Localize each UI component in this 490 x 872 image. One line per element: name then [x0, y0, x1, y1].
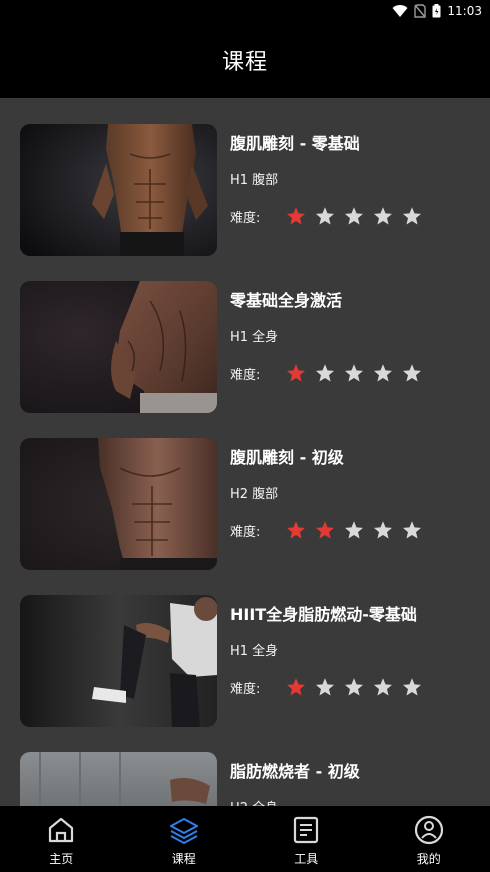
star-empty-icon	[374, 364, 392, 382]
course-card[interactable]: 脂肪燃烧者 - 初级 H2 全身	[20, 752, 470, 806]
tab-profile-label: 我的	[416, 852, 441, 866]
course-subtitle: H1 全身	[230, 644, 279, 659]
home-icon	[49, 817, 74, 843]
course-title: HIIT全身脂肪燃动-零基础	[230, 605, 417, 624]
difficulty-label: 难度:	[230, 681, 261, 697]
star-empty-icon	[345, 207, 363, 225]
star-empty-icon	[345, 521, 363, 539]
star-filled-icon	[287, 521, 305, 539]
status-time: 11:03	[447, 4, 482, 18]
stretch-photo	[20, 595, 217, 727]
course-title: 零基础全身激活	[230, 291, 343, 310]
star-filled-icon	[316, 521, 334, 539]
tab-tools-label: 工具	[294, 852, 319, 866]
difficulty-stars	[286, 520, 422, 540]
course-card[interactable]: 零基础全身激活 H1 全身 难度:	[20, 281, 470, 413]
difficulty-row: 难度:	[230, 206, 422, 226]
course-title: 脂肪燃烧者 - 初级	[230, 762, 360, 781]
tab-courses[interactable]: 课程	[123, 806, 246, 872]
star-filled-icon	[287, 364, 305, 382]
star-empty-icon	[374, 678, 392, 696]
star-filled-icon	[287, 678, 305, 696]
star-empty-icon	[403, 364, 421, 382]
course-subtitle: H2 全身	[230, 797, 278, 806]
status-bar: 11:03	[0, 0, 490, 22]
difficulty-stars	[286, 363, 422, 383]
difficulty-label: 难度:	[230, 524, 261, 540]
layers-icon	[169, 818, 198, 844]
abs-photo	[20, 124, 217, 256]
difficulty-row: 难度:	[230, 363, 422, 383]
star-empty-icon	[403, 521, 421, 539]
gym-photo	[20, 752, 217, 806]
star-empty-icon	[374, 521, 392, 539]
difficulty-label: 难度:	[230, 367, 261, 383]
star-empty-icon	[345, 678, 363, 696]
star-empty-icon	[316, 207, 334, 225]
tab-profile[interactable]: 我的	[368, 806, 490, 872]
difficulty-label: 难度:	[230, 210, 261, 226]
star-empty-icon	[403, 207, 421, 225]
tab-tools[interactable]: 工具	[245, 806, 368, 872]
difficulty-row: 难度:	[230, 677, 422, 697]
course-title: 腹肌雕刻 - 零基础	[230, 134, 360, 153]
course-list[interactable]: 腹肌雕刻 - 零基础 H1 腹部 难度: 零基础全身激活 H1 全身 难度: 腹…	[0, 98, 490, 806]
star-empty-icon	[316, 364, 334, 382]
course-card[interactable]: HIIT全身脂肪燃动-零基础 H1 全身 难度:	[20, 595, 470, 727]
battery-icon	[432, 4, 441, 18]
chest-abs-photo	[20, 438, 217, 570]
no-sim-icon	[414, 4, 427, 18]
course-subtitle: H1 腹部	[230, 173, 279, 188]
difficulty-row: 难度:	[230, 520, 422, 540]
header: 课程	[0, 22, 490, 98]
page-title: 课程	[221, 50, 268, 75]
star-filled-icon	[287, 207, 305, 225]
wifi-icon	[392, 4, 408, 18]
star-empty-icon	[316, 678, 334, 696]
tab-home[interactable]: 主页	[0, 806, 123, 872]
course-card[interactable]: 腹肌雕刻 - 零基础 H1 腹部 难度:	[20, 124, 470, 256]
difficulty-stars	[286, 677, 422, 697]
tab-home-label: 主页	[49, 852, 74, 866]
back-arm-photo	[20, 281, 217, 413]
course-subtitle: H2 腹部	[230, 487, 279, 502]
course-card[interactable]: 腹肌雕刻 - 初级 H2 腹部 难度:	[20, 438, 470, 570]
course-subtitle: H1 全身	[230, 330, 279, 345]
star-empty-icon	[374, 207, 392, 225]
bottom-tab-bar: 主页 课程 工具 我的	[0, 806, 490, 872]
difficulty-stars	[286, 206, 422, 226]
tab-courses-label: 课程	[171, 852, 196, 866]
document-icon	[294, 816, 319, 844]
course-title: 腹肌雕刻 - 初级	[230, 448, 344, 467]
star-empty-icon	[403, 678, 421, 696]
profile-icon	[414, 815, 443, 845]
star-empty-icon	[345, 364, 363, 382]
